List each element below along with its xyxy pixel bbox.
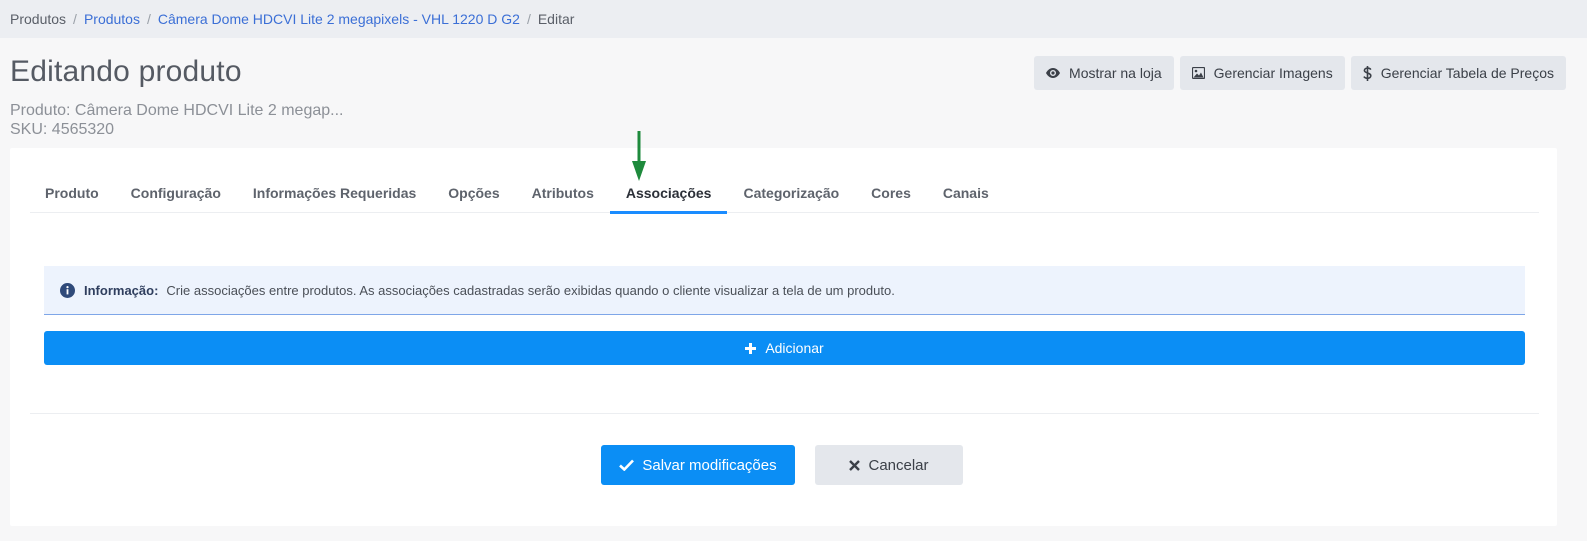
divider bbox=[30, 413, 1539, 414]
breadcrumb: Produtos / Produtos / Câmera Dome HDCVI … bbox=[0, 0, 1587, 38]
check-icon bbox=[619, 459, 635, 471]
breadcrumb-item-produtos[interactable]: Produtos bbox=[84, 11, 140, 27]
breadcrumb-separator: / bbox=[526, 11, 531, 27]
page-title: Editando produto bbox=[10, 55, 242, 88]
save-button[interactable]: Salvar modificações bbox=[601, 445, 795, 485]
dollar-icon bbox=[1362, 65, 1372, 81]
tab-canais[interactable]: Canais bbox=[927, 172, 1005, 213]
tab-produto[interactable]: Produto bbox=[30, 172, 115, 213]
tab-cores[interactable]: Cores bbox=[855, 172, 927, 213]
manage-prices-button[interactable]: Gerenciar Tabela de Preços bbox=[1350, 56, 1566, 90]
product-info: Produto: Câmera Dome HDCVI Lite 2 megap.… bbox=[10, 101, 343, 139]
image-icon bbox=[1191, 67, 1205, 79]
breadcrumb-separator: / bbox=[73, 11, 77, 27]
x-icon bbox=[849, 459, 861, 471]
show-in-store-label: Mostrar na loja bbox=[1069, 65, 1162, 81]
header-actions: Mostrar na loja Gerenciar Imagens Gerenc… bbox=[1034, 56, 1566, 90]
add-association-button[interactable]: Adicionar bbox=[44, 331, 1525, 365]
sku-line: SKU: 4565320 bbox=[10, 121, 115, 138]
product-name-line: Produto: Câmera Dome HDCVI Lite 2 megap.… bbox=[10, 102, 344, 119]
tab-categorizacao[interactable]: Categorização bbox=[727, 172, 855, 213]
tabs: Produto Configuração Informações Requeri… bbox=[30, 172, 1539, 214]
cancel-label: Cancelar bbox=[868, 456, 929, 474]
tab-opcoes[interactable]: Opções bbox=[432, 172, 515, 213]
breadcrumb-item-editar: Editar bbox=[537, 11, 575, 27]
alert-text: Crie associações entre produtos. As asso… bbox=[166, 282, 895, 298]
tab-associacoes[interactable]: Associações bbox=[609, 172, 728, 214]
breadcrumb-item-produtos-root: Produtos bbox=[10, 11, 67, 27]
annotation-arrow-icon bbox=[632, 131, 646, 181]
info-circle-icon bbox=[60, 282, 75, 298]
breadcrumb-separator: / bbox=[146, 11, 151, 27]
show-in-store-button[interactable]: Mostrar na loja bbox=[1034, 56, 1174, 90]
alert-title: Informação: bbox=[84, 282, 159, 298]
eye-icon bbox=[1046, 68, 1061, 78]
manage-images-button[interactable]: Gerenciar Imagens bbox=[1179, 56, 1345, 90]
save-label: Salvar modificações bbox=[642, 456, 777, 474]
plus-icon bbox=[745, 342, 757, 354]
manage-images-label: Gerenciar Imagens bbox=[1213, 65, 1333, 81]
cancel-button[interactable]: Cancelar bbox=[815, 445, 963, 485]
edit-card: Produto Configuração Informações Requeri… bbox=[10, 131, 1557, 526]
manage-prices-label: Gerenciar Tabela de Preços bbox=[1380, 65, 1554, 81]
add-label: Adicionar bbox=[765, 340, 824, 356]
tab-atributos[interactable]: Atributos bbox=[516, 172, 610, 213]
info-alert: Informação: Crie associações entre produ… bbox=[44, 266, 1525, 315]
breadcrumb-item-product[interactable]: Câmera Dome HDCVI Lite 2 megapixels - VH… bbox=[158, 11, 520, 27]
tab-configuracao[interactable]: Configuração bbox=[115, 172, 237, 213]
tab-informacoes-requeridas[interactable]: Informações Requeridas bbox=[237, 172, 432, 213]
